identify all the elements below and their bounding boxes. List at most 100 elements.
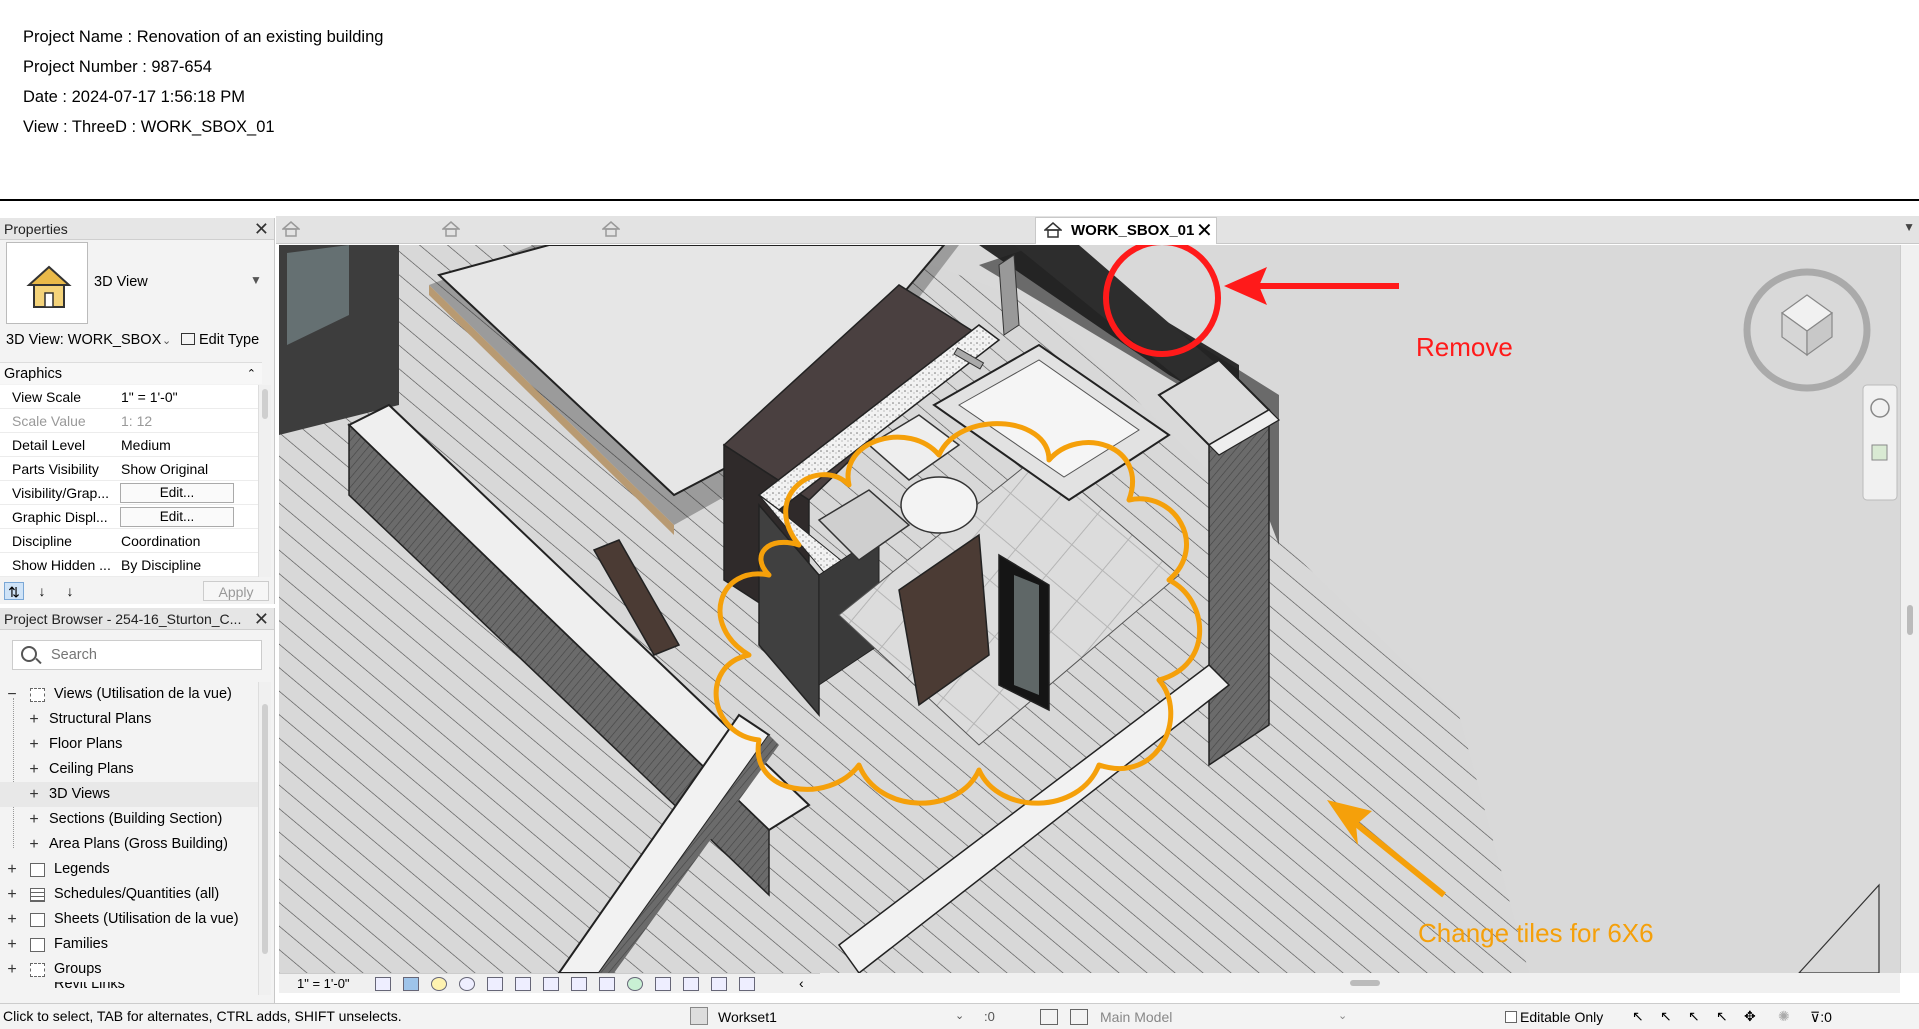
scrollbar-thumb[interactable]	[1350, 980, 1380, 986]
crop-view-icon[interactable]	[515, 977, 531, 991]
tree-item-views[interactable]: − Views (Utilisation de la vue)	[0, 682, 260, 707]
collapse-icon[interactable]: −	[6, 682, 18, 707]
worksharing-icon[interactable]	[655, 977, 671, 991]
shadows-icon[interactable]	[459, 977, 475, 991]
select-underlay-icon[interactable]: ↖	[1660, 1008, 1678, 1026]
prop-row-discipline[interactable]: Discipline Coordination	[0, 529, 258, 553]
worksets-count[interactable]: :0	[984, 1009, 995, 1024]
tree-item-floor-plans[interactable]: + Floor Plans	[0, 732, 260, 757]
instance-selector[interactable]: 3D View: WORK_SBOX	[6, 332, 161, 348]
prop-row-detail-level[interactable]: Detail Level Medium	[0, 433, 258, 457]
scrollbar-thumb[interactable]	[1907, 605, 1913, 635]
lock-view-icon[interactable]	[571, 977, 587, 991]
tab-work-sbox-01[interactable]: WORK_SBOX_01 ✕	[1035, 217, 1217, 244]
tree-item-schedules[interactable]: + Schedules/Quantities (all)	[0, 882, 260, 907]
sort-descending-icon[interactable]: ↓	[60, 582, 80, 600]
search-input[interactable]	[51, 647, 251, 663]
expand-icon[interactable]: +	[6, 932, 18, 957]
scrollbar-thumb[interactable]	[262, 704, 268, 954]
show-crop-icon[interactable]	[543, 977, 559, 991]
type-name[interactable]: 3D View	[94, 274, 148, 290]
prop-row-view-scale[interactable]: View Scale 1" = 1'-0"	[0, 385, 258, 409]
expand-icon[interactable]: +	[28, 807, 40, 832]
checkbox[interactable]	[1505, 1011, 1517, 1023]
tree-item-groups[interactable]: + Groups	[0, 957, 260, 982]
edit-button[interactable]: Edit...	[120, 507, 234, 527]
expand-icon[interactable]: +	[28, 707, 40, 732]
tree-item-legends[interactable]: + Legends	[0, 857, 260, 882]
view-scale[interactable]: 1" = 1'-0"	[297, 976, 350, 991]
home-icon[interactable]	[442, 221, 460, 237]
viewport-horizontal-scrollbar[interactable]	[820, 973, 1900, 993]
design-option-selector[interactable]: Main Model	[1100, 1009, 1172, 1025]
chevron-down-icon[interactable]: ▼	[250, 273, 262, 287]
constraints-icon[interactable]	[739, 977, 755, 991]
navigation-bar[interactable]	[1862, 384, 1898, 501]
temporary-hide-icon[interactable]	[599, 977, 615, 991]
home-icon[interactable]	[602, 221, 620, 237]
sort-ascending-icon[interactable]: ↓	[32, 582, 52, 600]
detail-level-icon[interactable]	[375, 977, 391, 991]
views-icon	[30, 688, 45, 702]
select-by-face-icon[interactable]: ↖	[1716, 1008, 1734, 1026]
close-icon[interactable]: ✕	[254, 218, 269, 240]
expand-icon[interactable]: +	[6, 882, 18, 907]
expand-icon[interactable]: +	[6, 857, 18, 882]
close-icon[interactable]: ✕	[1196, 218, 1213, 243]
groups-icon	[30, 963, 45, 977]
sort-category-icon[interactable]: ⇅	[4, 582, 24, 600]
properties-scrollbar[interactable]	[258, 385, 271, 577]
browser-search[interactable]	[12, 640, 262, 670]
expand-icon[interactable]: +	[28, 782, 40, 807]
expand-icon[interactable]: +	[6, 957, 18, 982]
expand-icon[interactable]: +	[6, 907, 18, 932]
home-icon[interactable]	[282, 221, 300, 237]
sun-path-icon[interactable]	[431, 977, 447, 991]
section-title: Graphics	[4, 366, 63, 382]
tree-item-sheets[interactable]: + Sheets (Utilisation de la vue)	[0, 907, 260, 932]
tree-item-ceiling-plans[interactable]: + Ceiling Plans	[0, 757, 260, 782]
tab-menu-icon[interactable]: ▼	[1903, 220, 1915, 234]
reveal-hidden-icon[interactable]	[627, 977, 643, 991]
expand-icon[interactable]: +	[28, 832, 40, 857]
workset-selector[interactable]: Workset1	[718, 1009, 777, 1025]
expand-icon[interactable]: +	[28, 757, 40, 782]
filter-count[interactable]: ⊽:0	[1810, 1009, 1832, 1026]
tree-item-revit-links[interactable]: Revit Links	[0, 982, 260, 992]
tree-item-structural-plans[interactable]: + Structural Plans	[0, 707, 260, 732]
tree-item-3d-views[interactable]: +3D Views	[0, 782, 260, 807]
browser-scrollbar[interactable]	[258, 682, 271, 995]
chevron-down-icon[interactable]: ⌄	[162, 334, 171, 347]
close-icon[interactable]: ✕	[254, 608, 269, 630]
drag-elements-icon[interactable]: ✥	[1744, 1008, 1762, 1026]
analysis-icon[interactable]	[683, 977, 699, 991]
chevron-down-icon[interactable]: ⌄	[1338, 1009, 1347, 1022]
workset-icon[interactable]	[690, 1007, 708, 1025]
type-preview[interactable]	[6, 242, 88, 324]
design-options-set-icon[interactable]	[1070, 1009, 1088, 1025]
graphics-section-header[interactable]: Graphics ⌃	[0, 362, 262, 384]
visual-style-icon[interactable]	[403, 977, 419, 991]
tree-item-sections[interactable]: + Sections (Building Section)	[0, 807, 260, 832]
apply-button[interactable]: Apply	[203, 581, 269, 601]
select-pinned-icon[interactable]: ↖	[1688, 1008, 1706, 1026]
scroll-left-icon[interactable]: ‹	[799, 975, 804, 991]
3d-viewport[interactable]	[279, 245, 1900, 973]
tree-item-area-plans[interactable]: + Area Plans (Gross Building)	[0, 832, 260, 857]
select-links-icon[interactable]: ↖	[1632, 1008, 1650, 1026]
expand-icon[interactable]: +	[28, 732, 40, 757]
collapse-icon[interactable]: ⌃	[247, 363, 256, 385]
prop-row-parts-visibility[interactable]: Parts Visibility Show Original	[0, 457, 258, 481]
edit-type-button[interactable]: Edit Type	[181, 332, 259, 348]
background-processes-icon[interactable]: ✺	[1778, 1008, 1796, 1026]
prop-row-show-hidden[interactable]: Show Hidden ... By Discipline	[0, 553, 258, 577]
viewport-vertical-scrollbar[interactable]	[1900, 245, 1919, 973]
render-icon[interactable]	[487, 977, 503, 991]
highlight-icon[interactable]	[711, 977, 727, 991]
chevron-down-icon[interactable]: ⌄	[955, 1009, 964, 1022]
edit-button[interactable]: Edit...	[120, 483, 234, 503]
design-options-icon[interactable]	[1040, 1009, 1058, 1025]
editable-only-toggle[interactable]: Editable Only	[1505, 1009, 1603, 1025]
tree-item-families[interactable]: + Families	[0, 932, 260, 957]
scrollbar-thumb[interactable]	[262, 389, 268, 419]
